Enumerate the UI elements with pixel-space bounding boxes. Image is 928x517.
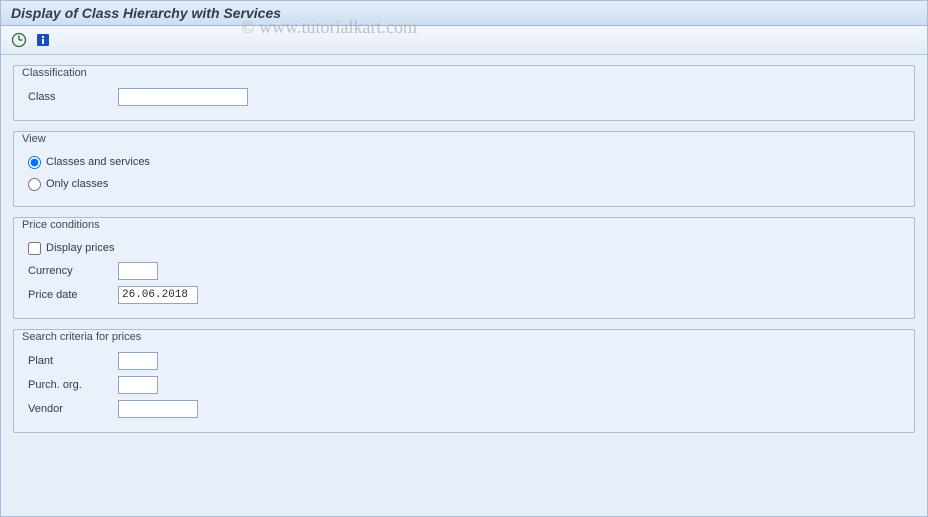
currency-label: Currency: [28, 265, 118, 277]
checkbox-display-prices-label: Display prices: [46, 242, 114, 254]
group-search-criteria-legend: Search criteria for prices: [20, 331, 143, 343]
info-icon: [35, 32, 51, 48]
group-classification-legend: Classification: [20, 67, 89, 79]
row-class: Class: [28, 86, 900, 108]
content: Classification Class View Classes and se…: [1, 55, 927, 453]
currency-input[interactable]: [118, 262, 158, 280]
vendor-input[interactable]: [118, 400, 198, 418]
window: Display of Class Hierarchy with Services…: [0, 0, 928, 517]
price-date-input[interactable]: [118, 286, 198, 304]
titlebar: Display of Class Hierarchy with Services: [1, 1, 927, 26]
group-price-conditions-legend: Price conditions: [20, 219, 102, 231]
execute-button[interactable]: [9, 30, 29, 50]
row-purch-org: Purch. org.: [28, 374, 900, 396]
vendor-label: Vendor: [28, 403, 118, 415]
checkbox-display-prices[interactable]: [28, 242, 41, 255]
page-title: Display of Class Hierarchy with Services: [11, 5, 281, 21]
radio-only-classes[interactable]: [28, 178, 41, 191]
plant-input[interactable]: [118, 352, 158, 370]
row-price-date: Price date: [28, 284, 900, 306]
toolbar: [1, 26, 927, 55]
row-vendor: Vendor: [28, 398, 900, 420]
radio-only-classes-label: Only classes: [46, 178, 108, 190]
class-input[interactable]: [118, 88, 248, 106]
check-row-display-prices[interactable]: Display prices: [28, 238, 900, 258]
class-label: Class: [28, 91, 118, 103]
radio-classes-services[interactable]: [28, 156, 41, 169]
purch-org-label: Purch. org.: [28, 379, 118, 391]
radio-row-only-classes[interactable]: Only classes: [28, 174, 900, 194]
row-plant: Plant: [28, 350, 900, 372]
purch-org-input[interactable]: [118, 376, 158, 394]
plant-label: Plant: [28, 355, 118, 367]
radio-classes-services-label: Classes and services: [46, 156, 150, 168]
group-classification: Classification Class: [13, 65, 915, 121]
info-button[interactable]: [33, 30, 53, 50]
execute-icon: [11, 32, 27, 48]
group-search-criteria: Search criteria for prices Plant Purch. …: [13, 329, 915, 433]
price-date-label: Price date: [28, 289, 118, 301]
radio-row-classes-services[interactable]: Classes and services: [28, 152, 900, 172]
row-currency: Currency: [28, 260, 900, 282]
group-view: View Classes and services Only classes: [13, 131, 915, 207]
group-view-legend: View: [20, 133, 48, 145]
group-price-conditions: Price conditions Display prices Currency…: [13, 217, 915, 319]
